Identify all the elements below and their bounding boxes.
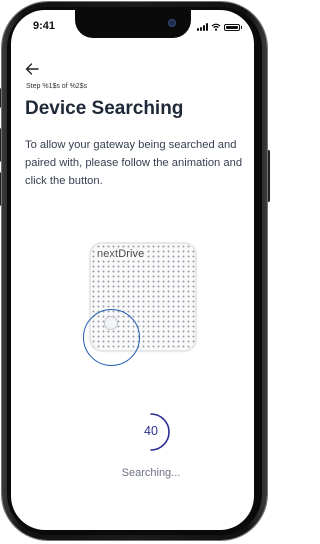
phone-notch [75, 10, 191, 38]
arrow-left-icon[interactable] [24, 62, 40, 76]
wifi-icon [211, 23, 221, 31]
gateway-device-illustration: nextDrive [90, 243, 196, 351]
device-brand-logo: nextDrive [95, 248, 147, 260]
phone-power-button [267, 150, 270, 202]
searching-status: Searching... [121, 467, 181, 479]
countdown-timer: 40 [131, 412, 171, 452]
status-time: 9:41 [33, 20, 56, 32]
brand-suffix: Drive [118, 248, 145, 260]
app-screen: 9:41 Step %1$s of %2$s Device Searching … [11, 10, 254, 530]
device-pair-button[interactable] [104, 316, 118, 330]
phone-mockup: 9:41 Step %1$s of %2$s Device Searching … [0, 0, 271, 544]
countdown-value: 40 [144, 424, 158, 438]
brand-prefix: next [97, 248, 119, 260]
instruction-text: To allow your gateway being searched and… [25, 139, 243, 187]
page-title: Device Searching [25, 98, 184, 119]
cellular-signal-icon [197, 23, 208, 31]
battery-icon [224, 23, 242, 31]
front-camera-icon [168, 19, 176, 27]
status-icons [197, 23, 242, 31]
step-indicator: Step %1$s of %2$s [26, 83, 88, 90]
